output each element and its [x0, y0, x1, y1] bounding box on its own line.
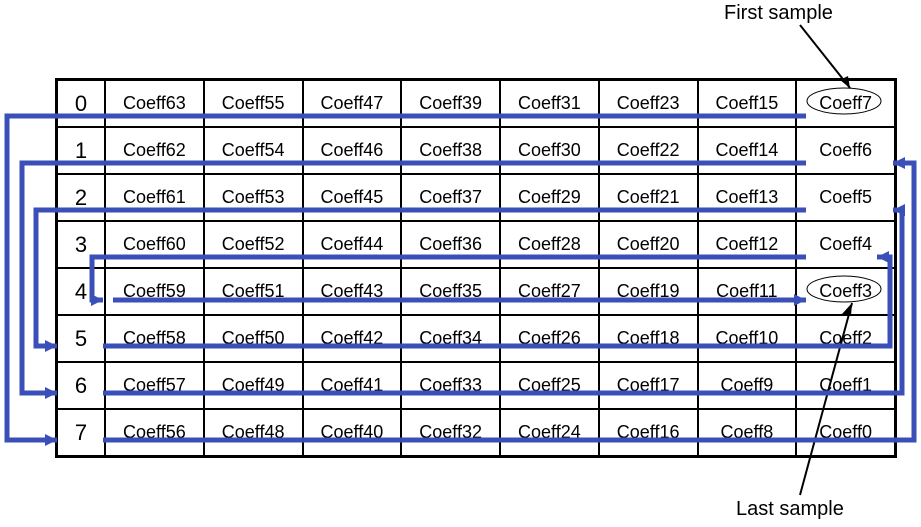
coeff-cell: Coeff8 — [698, 409, 797, 456]
coeff-cell: Coeff22 — [599, 127, 698, 174]
coeff-cell: Coeff12 — [698, 221, 797, 268]
diagram-stage: First sample Last sample 0Coeff63Coeff55… — [0, 0, 921, 527]
coeff-cell: Coeff61 — [105, 174, 204, 221]
row-index: 2 — [57, 174, 105, 221]
coeff-cell: Coeff31 — [500, 80, 599, 127]
coeff-cell: Coeff28 — [500, 221, 599, 268]
coeff-cell: Coeff13 — [698, 174, 797, 221]
coeff-cell: Coeff26 — [500, 315, 599, 362]
coeff-cell: Coeff14 — [698, 127, 797, 174]
coeff-cell: Coeff35 — [401, 268, 500, 315]
coeff-cell: Coeff59 — [105, 268, 204, 315]
coeff-cell: Coeff44 — [303, 221, 402, 268]
coeff-cell: Coeff52 — [204, 221, 303, 268]
coeff-cell: Coeff46 — [303, 127, 402, 174]
row-index: 6 — [57, 362, 105, 409]
coeff-cell: Coeff30 — [500, 127, 599, 174]
row-index: 7 — [57, 409, 105, 456]
coeff-cell: Coeff10 — [698, 315, 797, 362]
coeff-cell: Coeff17 — [599, 362, 698, 409]
coeff-cell: Coeff63 — [105, 80, 204, 127]
coeff-cell: Coeff11 — [698, 268, 797, 315]
coeff-cell: Coeff34 — [401, 315, 500, 362]
coeff-cell: Coeff55 — [204, 80, 303, 127]
coeff-cell: Coeff21 — [599, 174, 698, 221]
coeff-cell: Coeff6 — [796, 127, 895, 174]
coeff-cell: Coeff45 — [303, 174, 402, 221]
coeff-cell: Coeff27 — [500, 268, 599, 315]
coeff-cell: Coeff3 — [796, 268, 895, 315]
coeff-cell: Coeff7 — [796, 80, 895, 127]
coeff-cell: Coeff62 — [105, 127, 204, 174]
coeff-cell: Coeff57 — [105, 362, 204, 409]
coeff-cell: Coeff0 — [796, 409, 895, 456]
coeff-cell: Coeff15 — [698, 80, 797, 127]
coeff-table: 0Coeff63Coeff55Coeff47Coeff39Coeff31Coef… — [55, 78, 897, 458]
last-sample-label: Last sample — [736, 498, 844, 521]
coeff-cell: Coeff41 — [303, 362, 402, 409]
coeff-cell: Coeff16 — [599, 409, 698, 456]
coeff-cell: Coeff9 — [698, 362, 797, 409]
coeff-cell: Coeff19 — [599, 268, 698, 315]
coeff-cell: Coeff38 — [401, 127, 500, 174]
coeff-cell: Coeff29 — [500, 174, 599, 221]
coeff-cell: Coeff56 — [105, 409, 204, 456]
first-sample-label: First sample — [724, 2, 833, 25]
coeff-cell: Coeff1 — [796, 362, 895, 409]
coeff-cell: Coeff4 — [796, 221, 895, 268]
coeff-cell: Coeff49 — [204, 362, 303, 409]
coeff-cell: Coeff37 — [401, 174, 500, 221]
row-index: 4 — [57, 268, 105, 315]
coeff-cell: Coeff51 — [204, 268, 303, 315]
coeff-cell: Coeff20 — [599, 221, 698, 268]
row-index: 3 — [57, 221, 105, 268]
coeff-cell: Coeff23 — [599, 80, 698, 127]
coeff-cell: Coeff36 — [401, 221, 500, 268]
coeff-cell: Coeff53 — [204, 174, 303, 221]
coeff-cell: Coeff40 — [303, 409, 402, 456]
coeff-cell: Coeff2 — [796, 315, 895, 362]
coeff-cell: Coeff5 — [796, 174, 895, 221]
coeff-cell: Coeff54 — [204, 127, 303, 174]
coeff-cell: Coeff48 — [204, 409, 303, 456]
coeff-cell: Coeff24 — [500, 409, 599, 456]
coeff-cell: Coeff58 — [105, 315, 204, 362]
coeff-cell: Coeff43 — [303, 268, 402, 315]
coeff-cell: Coeff32 — [401, 409, 500, 456]
coeff-cell: Coeff33 — [401, 362, 500, 409]
coeff-cell: Coeff18 — [599, 315, 698, 362]
coeff-cell: Coeff42 — [303, 315, 402, 362]
coeff-cell: Coeff50 — [204, 315, 303, 362]
coeff-cell: Coeff60 — [105, 221, 204, 268]
row-index: 1 — [57, 127, 105, 174]
coeff-cell: Coeff25 — [500, 362, 599, 409]
row-index: 5 — [57, 315, 105, 362]
coeff-cell: Coeff39 — [401, 80, 500, 127]
coeff-cell: Coeff47 — [303, 80, 402, 127]
row-index: 0 — [57, 80, 105, 127]
